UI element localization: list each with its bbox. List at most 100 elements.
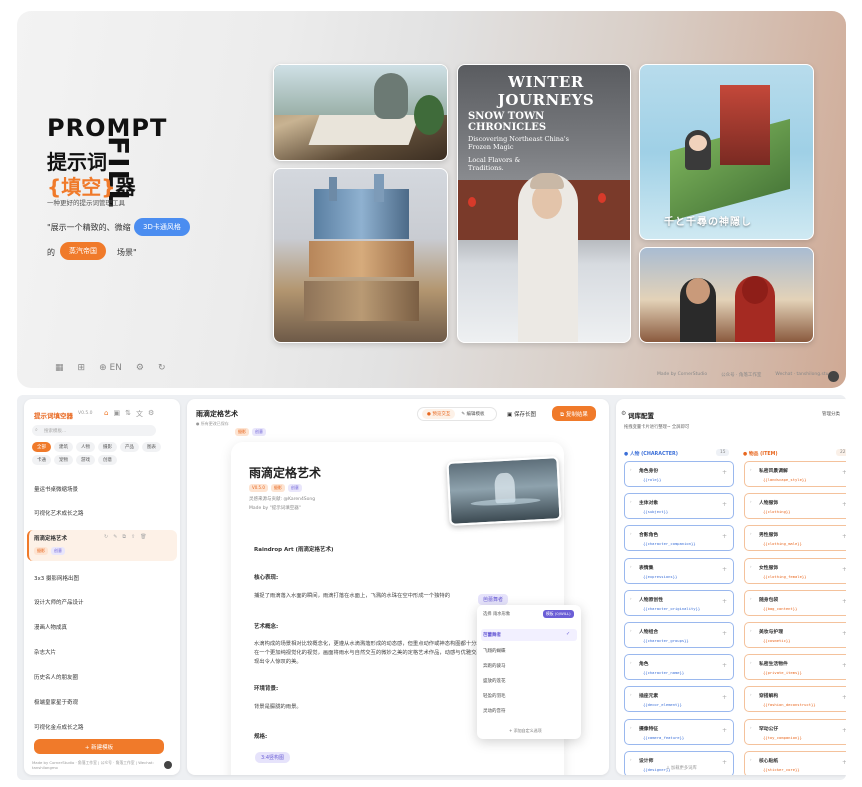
plus-icon[interactable]: +	[722, 533, 727, 540]
variable-card[interactable]: › 主体对象 {{subject}} +	[624, 493, 734, 520]
plus-icon[interactable]: +	[722, 469, 727, 476]
settings-icon[interactable]: ⚙	[136, 363, 144, 373]
globe-icon[interactable]: ⊕ EN	[99, 363, 122, 373]
variable-card[interactable]: › 人物服饰 {{clothing}} +	[744, 493, 846, 520]
variable-card[interactable]: › 男性服饰 {{clothing_male}} +	[744, 525, 846, 552]
scene-variable-pill[interactable]: 蒸汽帝国	[60, 242, 106, 260]
variable-card[interactable]: › 人物组合 {{character_groups}} +	[624, 622, 734, 648]
delete-icon[interactable]: 🗑	[140, 534, 146, 540]
tab-preview[interactable]: ● 预览交互	[422, 409, 456, 419]
github-icon[interactable]	[828, 371, 839, 382]
tag-filter-item[interactable]: 全部	[32, 442, 51, 452]
template-list-item[interactable]: 可视化金点成长之路	[34, 723, 84, 731]
dropdown-option[interactable]: 飞翔的蝴蝶	[483, 648, 506, 654]
variable-card[interactable]: › 罕动公仔 {{toy_companion}} +	[744, 718, 846, 745]
template-list-item[interactable]: 漫画人物成真	[34, 623, 67, 631]
tag-filter-item[interactable]: 游戏	[76, 455, 95, 465]
variable-card[interactable]: › 人物原创性 {{character_originality}} +	[624, 589, 734, 616]
tag-filter-item[interactable]: 摄影	[98, 442, 117, 452]
new-template-button[interactable]: + 新建模板	[34, 739, 164, 754]
plus-icon[interactable]: +	[722, 501, 727, 508]
image-icon[interactable]: ▣	[113, 409, 120, 419]
plus-icon[interactable]: +	[722, 759, 727, 766]
plus-icon[interactable]: +	[722, 630, 727, 637]
tag-filter-item[interactable]: 产品	[120, 442, 139, 452]
refresh-icon[interactable]: ↻	[158, 363, 166, 373]
github-icon[interactable]	[164, 761, 172, 769]
grid-icon[interactable]: ▦	[55, 363, 64, 373]
plus-icon[interactable]: +	[842, 469, 846, 476]
load-more-button[interactable]: ⇓ 加载更多词库	[666, 765, 697, 771]
dropdown-option[interactable]: 盛放的莲花	[483, 678, 506, 684]
showcase-card-selfie[interactable]	[639, 247, 814, 343]
edit-icon[interactable]: ✎	[113, 534, 117, 540]
tag-filter-item[interactable]: 图表	[142, 442, 161, 452]
tag-filter-item[interactable]: 人物	[76, 442, 95, 452]
template-list-item[interactable]: 可视化艺术成长之路	[34, 509, 84, 517]
plus-icon[interactable]: +	[722, 694, 727, 701]
variable-card[interactable]: › 插座元素 {{decor_element}} +	[624, 686, 734, 713]
showcase-card-city-layers[interactable]	[273, 168, 448, 343]
category-item-header[interactable]: ● 物品 (ITEM)	[743, 450, 778, 457]
variable-chip[interactable]: 芭蕾舞者	[478, 594, 509, 605]
variable-card[interactable]: › 设计师 {{designer}} +	[624, 750, 734, 775]
showcase-card-desk-diorama[interactable]	[273, 64, 448, 161]
dropdown-option[interactable]: 灵动的音符	[483, 708, 506, 714]
search-input[interactable]: 搜索模板...	[32, 425, 156, 436]
template-list-item[interactable]: 设计大师的产品设计	[34, 598, 84, 606]
settings-icon[interactable]: ⚙	[148, 409, 154, 419]
plus-icon[interactable]: +	[842, 630, 846, 637]
variable-card[interactable]: › 穿搭解构 {{fashion_deconstruct}} +	[744, 686, 846, 713]
gift-icon[interactable]: ⊞	[78, 363, 86, 373]
template-list-item[interactable]: 杂志大片	[34, 648, 56, 656]
plus-icon[interactable]: +	[842, 727, 846, 734]
plus-icon[interactable]: +	[842, 759, 846, 766]
add-custom-option-button[interactable]: + 添加自定义选项	[509, 728, 542, 734]
variable-card[interactable]: › 美妆与护理 {{cosmetic}} +	[744, 622, 846, 648]
copy-icon[interactable]: ⧉	[122, 534, 126, 540]
showcase-card-winter-journeys[interactable]: WINTER JOURNEYS SNOW TOWN CHRONICLES Dis…	[457, 64, 631, 343]
variable-card[interactable]: › 摄像特征 {{camera_feature}} +	[624, 718, 734, 745]
tag-filter-item[interactable]: 卡通	[32, 455, 51, 465]
sync-icon[interactable]: ⇅	[125, 409, 131, 419]
template-list-item[interactable]: 极端皇家星于奇观	[34, 698, 78, 706]
variable-card[interactable]: › 角色身份 {{role}} +	[624, 461, 734, 487]
plus-icon[interactable]: +	[722, 566, 727, 573]
plus-icon[interactable]: +	[842, 662, 846, 669]
template-list-item[interactable]: 3x3 摄影网格出图	[34, 574, 79, 582]
variable-card[interactable]: › 随身包袋 {{bag_content}} +	[744, 589, 846, 616]
export-icon[interactable]: ⇪	[131, 534, 135, 540]
plus-icon[interactable]: +	[842, 533, 846, 540]
plus-icon[interactable]: +	[842, 566, 846, 573]
variable-card[interactable]: › 表情集 {{expressions}} +	[624, 557, 734, 584]
plus-icon[interactable]: +	[722, 662, 727, 669]
plus-icon[interactable]: +	[842, 598, 846, 605]
language-icon[interactable]: 文	[136, 409, 143, 419]
dropdown-option[interactable]: 奔跑的骏马	[483, 663, 506, 669]
plus-icon[interactable]: +	[842, 694, 846, 701]
tag-filter-item[interactable]: 宠物	[54, 455, 73, 465]
variable-card[interactable]: › 私密生活物件 {{private_items}} +	[744, 654, 846, 681]
showcase-card-spirited-away[interactable]: 千と千尋の神隠し	[639, 64, 814, 240]
tag-filter-item[interactable]: 建筑	[54, 442, 73, 452]
plus-icon[interactable]: +	[842, 501, 846, 508]
dropdown-option[interactable]: 芭蕾舞者	[483, 632, 501, 638]
refresh-icon[interactable]: ↻	[104, 534, 108, 540]
home-icon[interactable]: ⌂	[104, 409, 108, 419]
dropdown-option[interactable]: 轻盈的羽毛	[483, 693, 506, 699]
ratio-chip[interactable]: 3:4竖构图	[255, 752, 291, 763]
template-list-item[interactable]: 量运书桌微缩场景	[34, 485, 78, 493]
plus-icon[interactable]: +	[722, 727, 727, 734]
style-variable-pill[interactable]: 3D卡通风格	[134, 218, 190, 236]
copy-result-button[interactable]: ⧉ 复制结果	[552, 406, 596, 421]
tab-edit[interactable]: ✎ 编辑模板	[461, 411, 484, 417]
plus-icon[interactable]: +	[722, 598, 727, 605]
variable-card[interactable]: › 女性服饰 {{clothing_female}} +	[744, 557, 846, 584]
category-character-header[interactable]: ● 人物 (CHARACTER)	[624, 450, 678, 457]
variable-card[interactable]: › 角色 {{character_name}} +	[624, 654, 734, 681]
variable-card[interactable]: › 私密风景调解 {{landscape_style}} +	[744, 461, 846, 487]
manage-categories-button[interactable]: 管理分类	[822, 411, 840, 417]
tag-filter-item[interactable]: 创意	[98, 455, 117, 465]
variable-card[interactable]: › 合影角色 {{character_companion}} +	[624, 525, 734, 552]
variable-card[interactable]: › 核心贴纸 {{sticker_core}} +	[744, 750, 846, 775]
